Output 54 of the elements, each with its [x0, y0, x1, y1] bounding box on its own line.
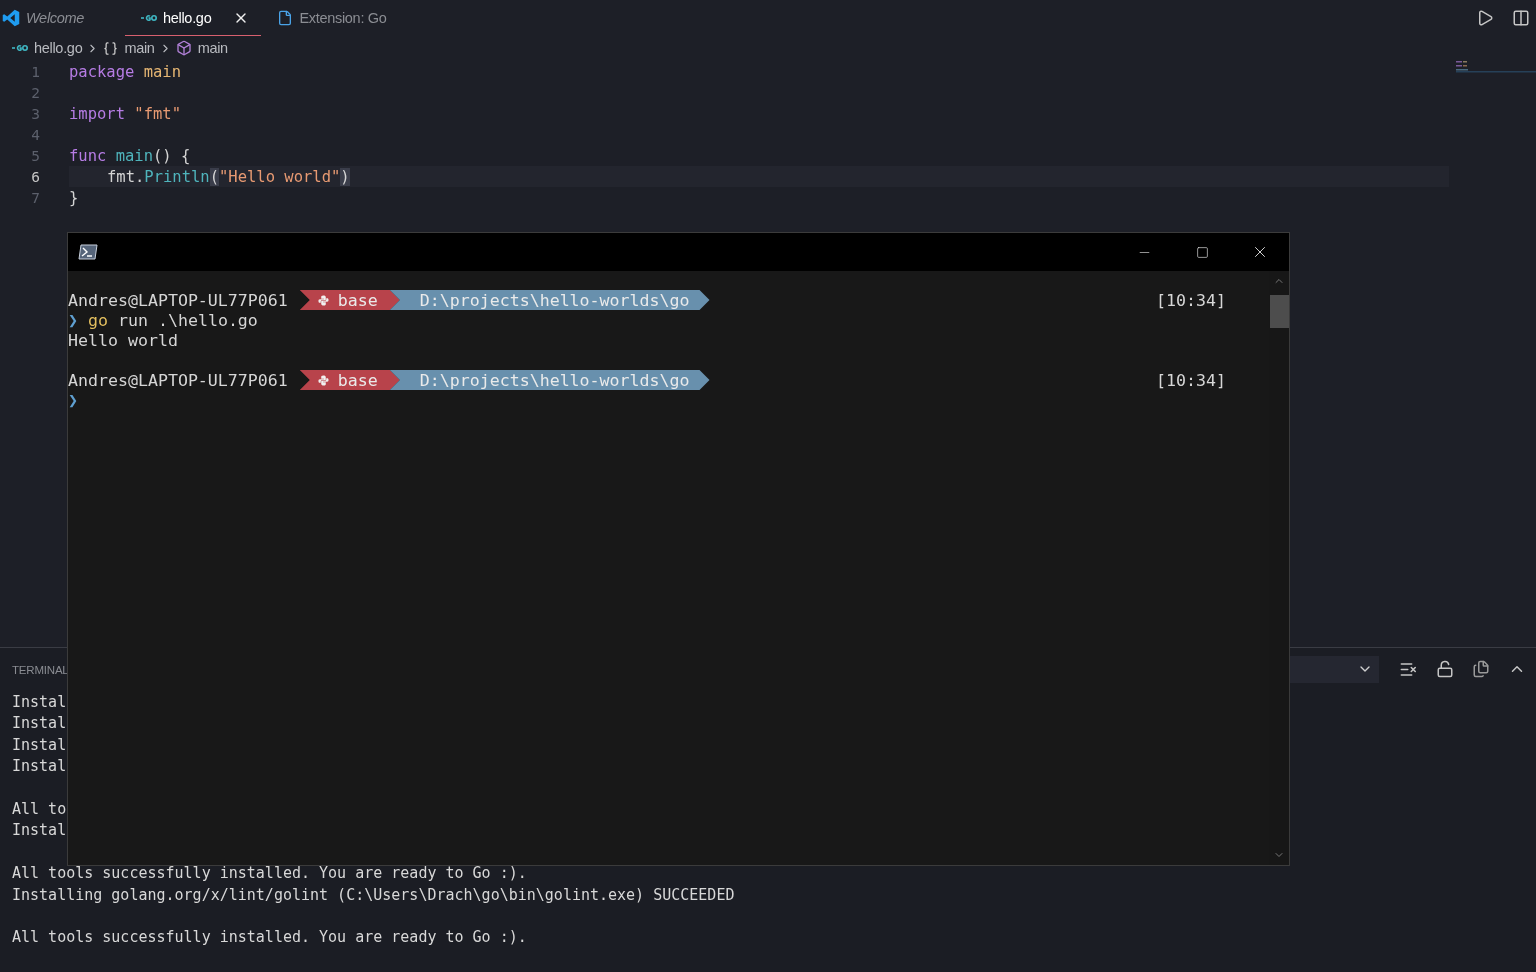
terminal-icon: [78, 244, 98, 260]
line-number: 6: [30, 168, 40, 185]
output-line: Instal: [12, 820, 67, 842]
prompt-time: [10:34]: [1156, 290, 1226, 310]
cube-icon: [175, 40, 192, 56]
prompt-symbol: ❯: [68, 390, 78, 410]
code-line: func main() {: [69, 145, 191, 166]
code-line: }: [69, 187, 79, 208]
prompt-symbol: ❯: [68, 310, 78, 330]
editor-tab[interactable]: hello.go: [125, 0, 262, 36]
document-icon: [277, 9, 294, 26]
files-icon[interactable]: [1472, 660, 1490, 678]
output-line: Instal: [12, 756, 67, 778]
line-number: 3: [30, 105, 40, 122]
output-line: Instal: [12, 713, 67, 735]
panel-tab[interactable]: TERMINAL: [12, 657, 69, 681]
split-editor-icon[interactable]: [1512, 9, 1530, 27]
prompt-time: [10:34]: [1156, 370, 1226, 390]
output-line: All tools successfully installed. You are ready to Go :).: [12, 863, 527, 885]
line-number: 7: [30, 189, 40, 206]
line-number: 1: [30, 63, 40, 80]
editor-tab[interactable]: Extension: Go: [261, 0, 399, 36]
code-line: import "fmt": [69, 103, 181, 124]
vscode-logo-icon: [2, 8, 20, 27]
go-file-icon: [12, 44, 28, 52]
output-line: Instal: [12, 692, 67, 713]
braces-icon: [103, 40, 119, 56]
output-line: Installing golang.org/x/lint/golint (C:\Users\Drach\go\bin\golint.exe) SUCCEEDED: [12, 884, 735, 906]
path-segment: D:\projects\hello-worlds\go: [389, 370, 710, 390]
breadcrumb-item[interactable]: hello.go: [12, 40, 83, 56]
output-line: All tools successfully installed. You are ready to Go :).: [12, 927, 527, 949]
environment-segment: base: [299, 370, 400, 390]
scroll-thumb[interactable]: [1269, 295, 1289, 328]
command-line: go run .\hello.go: [87, 310, 258, 330]
output-line: Instal: [12, 734, 67, 756]
editor-tab[interactable]: Welcome: [0, 0, 125, 36]
prompt-user: Andres@LAPTOP-UL77P061: [68, 290, 288, 310]
prompt-user: Andres@LAPTOP-UL77P061: [68, 370, 288, 390]
output-line: All to: [12, 798, 67, 820]
path-segment: D:\projects\hello-worlds\go: [389, 290, 710, 310]
line-number: 4: [30, 126, 40, 143]
output-text: Hello world: [68, 330, 178, 350]
python-icon: [317, 374, 329, 386]
environment-segment: base: [299, 290, 400, 310]
breadcrumb-item[interactable]: main: [175, 40, 228, 56]
python-icon: [317, 294, 329, 306]
unlock-icon[interactable]: [1436, 660, 1454, 678]
code-line: package main: [69, 61, 181, 82]
line-number: 2: [30, 84, 40, 101]
breadcrumb-item[interactable]: main: [103, 40, 155, 56]
run-icon[interactable]: [1476, 9, 1494, 27]
line-number: 5: [30, 147, 40, 164]
maximize-icon[interactable]: [1195, 245, 1209, 259]
go-file-icon: [141, 13, 157, 22]
